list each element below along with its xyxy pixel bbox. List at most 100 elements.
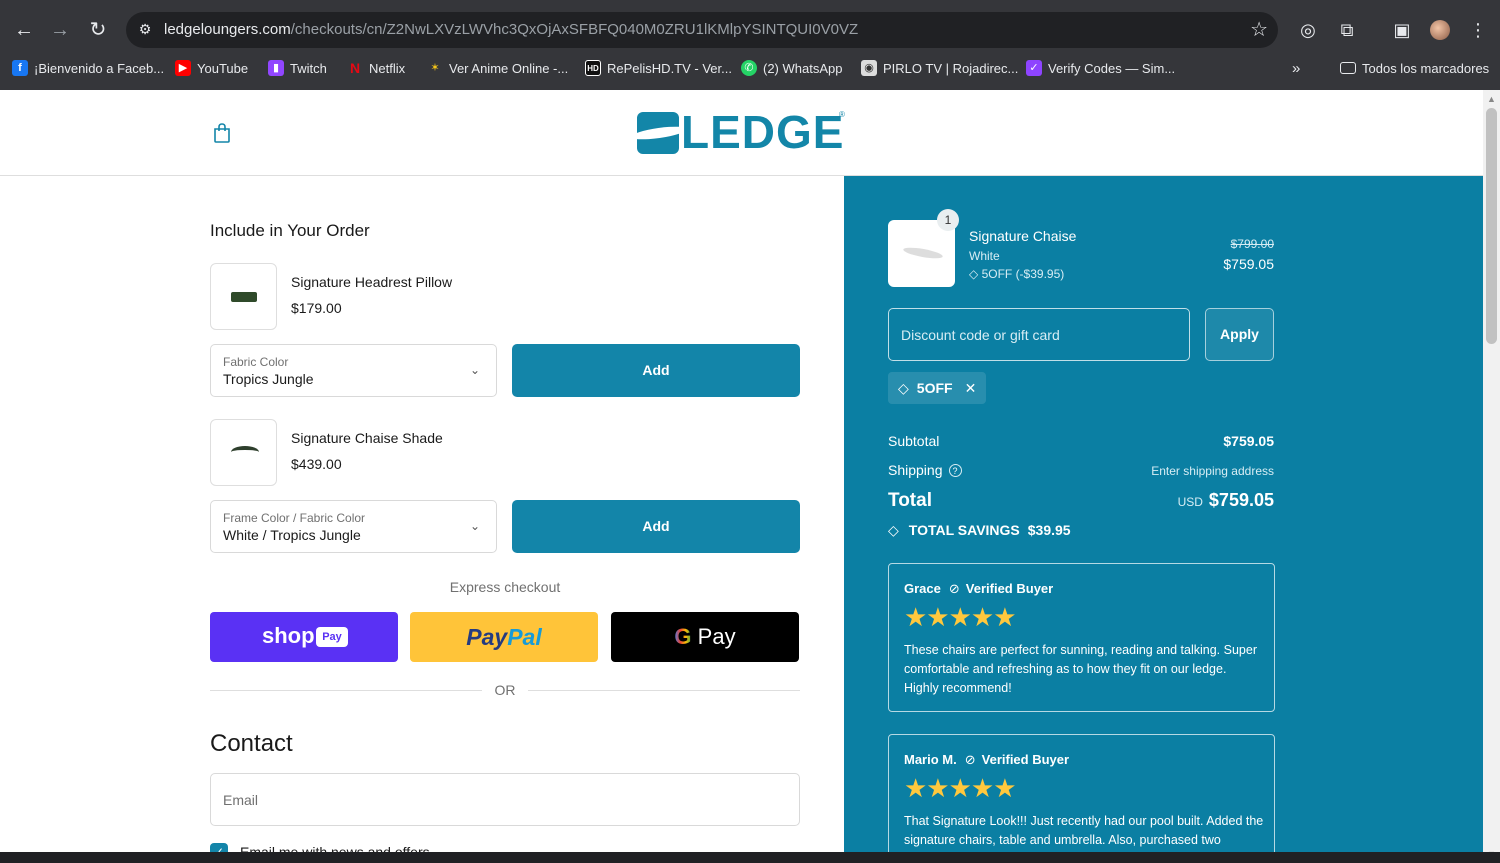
all-bookmarks[interactable]: Todos los marcadores	[1340, 58, 1489, 78]
reviewer-name: Mario M.	[904, 752, 957, 767]
order-summary: 1 Signature Chaise White ◇ 5OFF (-$39.95…	[844, 176, 1483, 863]
verified-check-icon: ⊘	[964, 752, 976, 767]
email-input[interactable]	[212, 775, 798, 824]
discount-code-input[interactable]	[890, 310, 1188, 359]
all-bookmarks-label: Todos los marcadores	[1362, 60, 1490, 76]
side-panel-icon[interactable]: ▣	[1388, 16, 1416, 44]
more-bookmarks-icon[interactable]: »	[1292, 58, 1300, 78]
address-bar[interactable]: ⚙ ledgeloungers.com/checkouts/cn/Z2NwLXV…	[126, 12, 1278, 48]
verified-badge: Verified Buyer	[965, 581, 1054, 596]
page-scrollbar[interactable]: ▲ ▼	[1483, 90, 1500, 863]
savings-value: $39.95	[1027, 522, 1071, 538]
reviewer: Grace ⊘ Verified Buyer	[904, 581, 1053, 597]
total-label: Total	[888, 490, 932, 511]
select-label: Frame Color / Fabric Color	[223, 511, 366, 525]
facebook-icon: f	[12, 60, 28, 76]
url-host: ledgeloungers.com	[164, 21, 291, 38]
back-icon[interactable]: ←	[10, 16, 38, 44]
cart-bag-icon[interactable]	[212, 122, 232, 144]
bookmark-label: Netflix	[369, 60, 406, 76]
bookmark-netflix[interactable]: N Netflix	[347, 58, 405, 78]
tag-icon: ◇	[888, 522, 899, 538]
currency: USD	[1177, 495, 1203, 509]
frame-fabric-color-select[interactable]: Frame Color / Fabric Color White / Tropi…	[210, 500, 497, 553]
anime-icon: ✶	[430, 62, 440, 74]
applied-discount-tag: ◇ 5OFF ✕	[888, 372, 987, 404]
shop-pay-pill: Pay	[316, 627, 348, 647]
google-pay-button[interactable]: G Pay	[611, 612, 799, 662]
verified-check-icon: ⊘	[948, 581, 960, 596]
extensions-icon[interactable]: ⧉	[1333, 16, 1361, 44]
bookmark-label: RePelisHD.TV - Ver...	[607, 60, 732, 76]
chevron-down-icon: ⌄	[469, 519, 480, 533]
checkout-header: LEDGE ®	[0, 90, 1483, 176]
bookmark-star-icon[interactable]: ☆	[1250, 18, 1268, 42]
reviewer: Mario M. ⊘ Verified Buyer	[904, 752, 1069, 768]
reviewer-name: Grace	[904, 581, 941, 596]
scroll-up-icon[interactable]: ▲	[1487, 94, 1496, 104]
review-card: Grace ⊘ Verified Buyer ★★★★★ These chairs …	[888, 563, 1275, 712]
reload-icon[interactable]: ↻	[84, 16, 112, 44]
profile-avatar[interactable]	[1430, 20, 1450, 40]
verified-badge: Verified Buyer	[981, 752, 1070, 767]
shipping-label-wrap: Shipping?	[888, 462, 962, 478]
shop-pay-button[interactable]: shop Pay	[210, 612, 398, 662]
bookmark-whatsapp[interactable]: ✆ (2) WhatsApp	[741, 58, 842, 78]
bookmarks-bar: f ¡Bienvenido a Faceb... ▶ YouTube ▮ Twitch…	[0, 56, 1500, 80]
chevron-down-icon: ⌄	[469, 363, 480, 377]
ledge-logo[interactable]: LEDGE ®	[637, 108, 849, 156]
review-text: These chairs are perfect for sunning, re…	[904, 643, 1257, 695]
upsell-title: Include in Your Order	[210, 221, 370, 240]
checkout-page: LEDGE ® Include in Your Order Signature …	[0, 90, 1483, 863]
bookmark-verify[interactable]: ✓ Verify Codes — Sim...	[1026, 58, 1175, 78]
discount-code-field[interactable]	[888, 308, 1190, 361]
review-card: Mario M. ⊘ Verified Buyer ★★★★★ That Signa…	[888, 734, 1275, 863]
netflix-icon: N	[349, 60, 361, 76]
express-checkout-title: Express checkout	[449, 579, 561, 595]
star-rating: ★★★★★	[904, 602, 1017, 632]
add-chaise-shade-button[interactable]: Add	[512, 500, 800, 553]
bookmark-label: PIRLO TV | Rojadirec...	[883, 60, 1019, 76]
remove-discount-icon[interactable]: ✕	[965, 380, 977, 397]
url-path: /checkouts/cn/Z2NwLXVzLWVhc3QxOjAxSFBFQ0…	[290, 21, 859, 38]
bookmark-label: Verify Codes — Sim...	[1048, 60, 1176, 76]
forward-icon[interactable]: →	[46, 16, 74, 44]
help-icon[interactable]: ?	[948, 464, 962, 477]
headrest-pillow-thumbnail	[210, 263, 277, 330]
fabric-color-select[interactable]: Fabric Color Tropics Jungle ⌄	[210, 344, 497, 397]
translate-icon[interactable]: ◎	[1294, 16, 1322, 44]
bookmark-twitch[interactable]: ▮ Twitch	[268, 58, 327, 78]
bookmark-youtube[interactable]: ▶ YouTube	[175, 58, 248, 78]
site-info-icon[interactable]: ⚙	[136, 20, 154, 38]
hd-icon: HD	[585, 60, 601, 76]
bookmark-repelis[interactable]: HD RePelisHD.TV - Ver...	[585, 58, 732, 78]
scrollbar-thumb[interactable]	[1486, 108, 1497, 344]
apply-discount-button[interactable]: Apply	[1205, 308, 1274, 361]
bookmark-pirlo[interactable]: ◉ PIRLO TV | Rojadirec...	[861, 58, 1018, 78]
google-pay-label: Pay	[697, 624, 736, 649]
select-label: Fabric Color	[223, 355, 289, 369]
email-field[interactable]	[210, 773, 800, 826]
registered-mark: ®	[839, 110, 845, 119]
item-name: Signature Chaise	[969, 228, 1077, 244]
item-discount: ◇ 5OFF (-$39.95)	[969, 267, 1064, 281]
bookmark-label: (2) WhatsApp	[763, 60, 843, 76]
shop-pay-logo: shop	[262, 623, 315, 648]
item-price: $759.05	[1223, 256, 1274, 272]
bookmark-label: Twitch	[290, 60, 327, 76]
paypal-button[interactable]: PayPal	[410, 612, 598, 662]
select-value: Tropics Jungle	[223, 371, 314, 387]
menu-icon[interactable]: ⋮	[1464, 16, 1492, 44]
add-headrest-pillow-button[interactable]: Add	[512, 344, 800, 397]
whatsapp-icon: ✆	[741, 60, 757, 76]
bookmark-facebook[interactable]: f ¡Bienvenido a Faceb...	[12, 58, 164, 78]
url-text[interactable]: ledgeloungers.com/checkouts/cn/Z2NwLXVzL…	[164, 21, 858, 38]
logo-mark	[637, 112, 679, 154]
upsell-item-price: $439.00	[291, 456, 342, 472]
star-rating: ★★★★★	[904, 773, 1017, 803]
quantity-badge: 1	[937, 209, 959, 231]
or-divider: OR	[210, 682, 800, 700]
upsell-item-name: Signature Headrest Pillow	[291, 274, 453, 290]
applied-code-text: 5OFF	[916, 380, 953, 396]
bookmark-anime[interactable]: ✶ Ver Anime Online -...	[427, 58, 568, 78]
